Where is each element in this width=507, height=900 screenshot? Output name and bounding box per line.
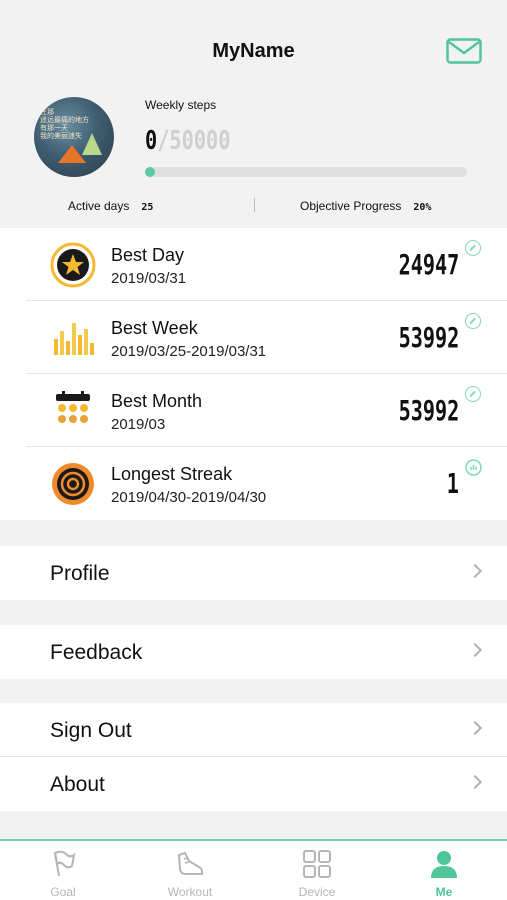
record-best-month[interactable]: Best Month 2019/03 53992 <box>0 374 507 447</box>
tab-workout-label: Workout <box>167 885 213 899</box>
tab-device-label: Device <box>298 885 336 899</box>
menu-feedback-label: Feedback <box>50 641 143 664</box>
shoe-icon <box>177 851 204 875</box>
compass-icon[interactable] <box>465 240 481 256</box>
menu-sign-out[interactable]: Sign Out <box>0 703 507 757</box>
profile-header: MyName 在那 遥远最痛的地方 有那一天 我的美丽迷失 Weekly ste… <box>0 0 507 228</box>
weekly-steps-count: 0/50000 <box>145 126 230 156</box>
weekly-progress-bar <box>145 167 467 177</box>
record-value: 24947 <box>398 248 459 281</box>
tab-device[interactable]: Device <box>254 841 380 900</box>
bottom-tab-bar: Goal Workout Device Me <box>0 839 507 900</box>
chevron-right-icon <box>467 642 483 658</box>
avatar[interactable]: 在那 遥远最痛的地方 有那一天 我的美丽迷失 <box>34 97 114 177</box>
record-name: Best Month <box>111 391 203 411</box>
bar-chart-icon <box>54 323 94 355</box>
records-list: Best Day 2019/03/31 24947 Best Week 2019… <box>0 228 507 520</box>
chart-icon[interactable] <box>465 459 482 476</box>
menu-profile-label: Profile <box>50 562 110 585</box>
record-date: 2019/03/31 <box>111 270 187 287</box>
record-value: 53992 <box>398 394 459 427</box>
menu-profile[interactable]: Profile <box>0 546 507 600</box>
menu-about[interactable]: About <box>0 757 507 811</box>
active-days-label: Active days <box>68 199 130 213</box>
menu-about-label: About <box>50 773 105 796</box>
tab-me-label: Me <box>435 885 453 899</box>
grid-icon <box>303 850 331 878</box>
chevron-right-icon <box>467 563 483 579</box>
weekly-steps-goal: /50000 <box>157 126 231 156</box>
record-name: Best Day <box>111 245 185 265</box>
flag-icon <box>53 850 76 877</box>
calendar-icon <box>56 391 90 423</box>
record-date: 2019/03/25-2019/03/31 <box>111 343 267 360</box>
mail-icon[interactable] <box>446 38 482 64</box>
menu-feedback[interactable]: Feedback <box>0 625 507 679</box>
record-name: Longest Streak <box>111 464 233 484</box>
objective-progress-value: 20% <box>413 202 432 213</box>
weekly-steps-current: 0 <box>145 126 158 156</box>
record-date: 2019/04/30-2019/04/30 <box>111 489 267 506</box>
compass-icon[interactable] <box>465 386 481 402</box>
active-days-value: 25 <box>141 202 154 213</box>
compass-icon[interactable] <box>465 313 481 329</box>
record-name: Best Week <box>111 318 198 338</box>
target-icon <box>52 463 94 505</box>
active-days-stat: Active days 25 <box>68 199 153 213</box>
chevron-right-icon <box>467 720 483 736</box>
tab-workout[interactable]: Workout <box>127 841 253 900</box>
tab-goal[interactable]: Goal <box>0 841 126 900</box>
star-medal-icon <box>50 242 96 288</box>
record-longest-streak[interactable]: Longest Streak 2019/04/30-2019/04/30 1 <box>0 447 507 520</box>
weekly-steps-label: Weekly steps <box>145 98 217 112</box>
stats-divider <box>254 198 255 212</box>
record-best-week[interactable]: Best Week 2019/03/25-2019/03/31 53992 <box>0 301 507 374</box>
record-value: 53992 <box>398 321 459 354</box>
record-value: 1 <box>446 467 459 500</box>
objective-progress-stat: Objective Progress 20% <box>300 199 431 213</box>
record-best-day[interactable]: Best Day 2019/03/31 24947 <box>0 228 507 301</box>
objective-progress-label: Objective Progress <box>300 199 402 213</box>
tab-me[interactable]: Me <box>381 841 507 900</box>
weekly-progress-dot <box>145 167 155 177</box>
menu-sign-out-label: Sign Out <box>50 719 132 742</box>
chevron-right-icon <box>467 774 483 790</box>
page-title: MyName <box>212 40 295 62</box>
record-date: 2019/03 <box>111 416 166 433</box>
avatar-sail-shape <box>82 133 102 155</box>
person-icon <box>431 851 457 878</box>
tab-goal-label: Goal <box>50 885 76 899</box>
